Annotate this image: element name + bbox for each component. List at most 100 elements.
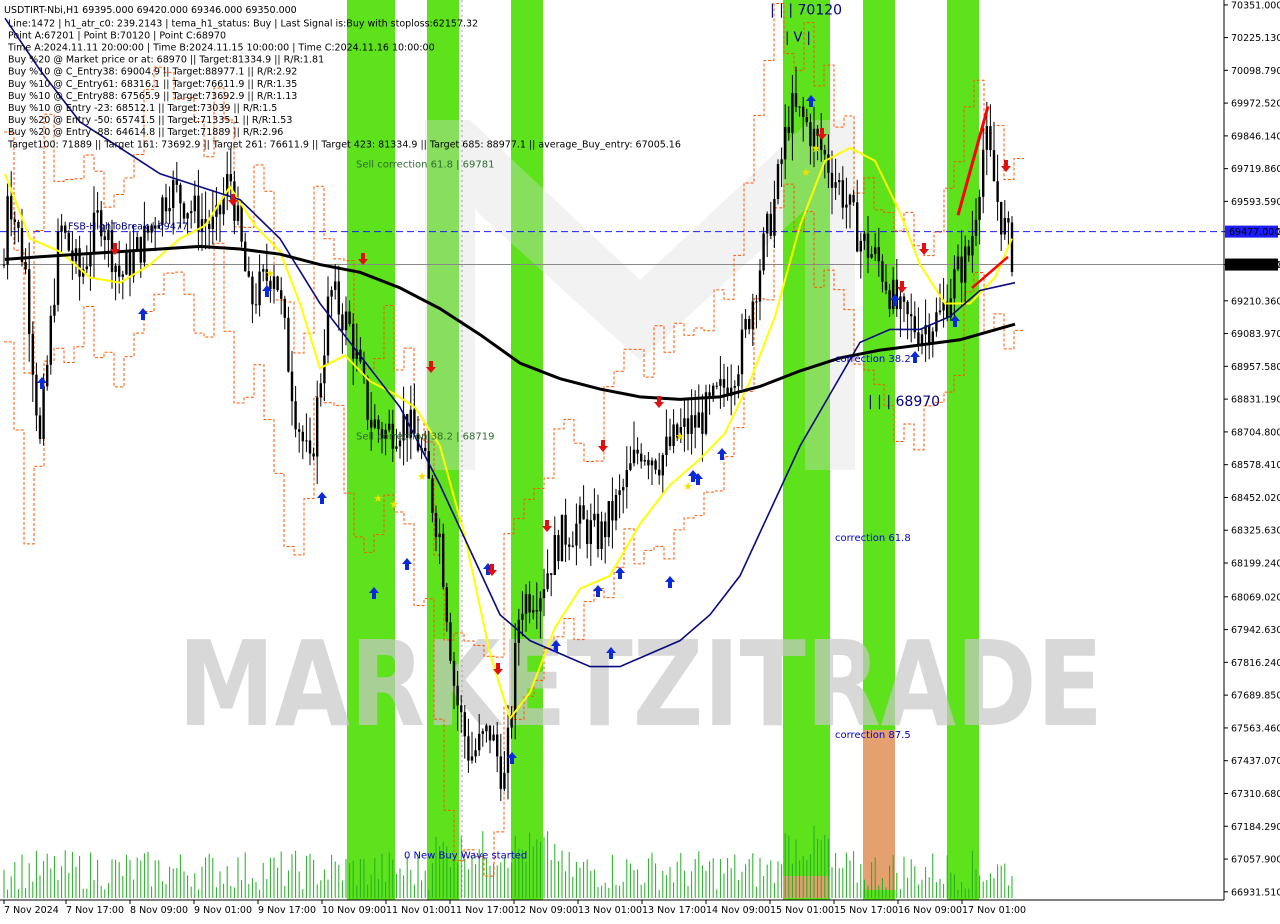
- chart-area: MARKETZITRADE ★ ★ ★ ★ ★ ★ ★ ★ | | | 70120 | V | |…: [0, 0, 1280, 920]
- candle-body: [370, 419, 373, 428]
- candle-body: [838, 180, 841, 183]
- buy-arrow-icon: [317, 492, 327, 504]
- candle-body: [701, 412, 704, 434]
- candle-body: [49, 315, 52, 365]
- candle-body: [960, 256, 963, 283]
- buy-arrow-icon: [665, 576, 675, 588]
- symbol-header: USDTIRT-Nbi,H1 69395.000 69420.000 69346…: [4, 5, 297, 16]
- candle-body: [442, 533, 445, 588]
- candle-body: [884, 281, 888, 291]
- candle-body: [301, 431, 304, 442]
- candle-body: [712, 385, 715, 396]
- candle-body: [280, 290, 283, 299]
- x-tick-label: 9 Nov 17:00: [258, 905, 316, 916]
- chart-annotation: Sell correction 61.8 | 69781: [356, 159, 494, 170]
- y-tick-label: 67437.070: [1231, 756, 1280, 767]
- candle-body: [553, 535, 556, 575]
- candle-body: [326, 296, 330, 356]
- candle-body: [546, 573, 549, 590]
- candle-body: [316, 397, 319, 457]
- y-tick-label: 67563.460: [1231, 723, 1280, 734]
- candle-body: [658, 469, 661, 476]
- candle-body: [733, 386, 736, 388]
- candle-body: [805, 117, 808, 123]
- chart-annotation: | | | 70120: [770, 2, 842, 18]
- candle-body: [312, 453, 315, 457]
- watermark-text: MARKETZITRADE: [178, 615, 1103, 753]
- candle-body: [596, 513, 600, 550]
- candle-body: [373, 419, 376, 428]
- candle-body: [532, 610, 535, 613]
- x-tick-label: 13 Nov 17:00: [642, 905, 706, 916]
- candle-body: [1003, 218, 1006, 235]
- candle-body: [496, 734, 499, 757]
- candle-body: [449, 622, 452, 661]
- x-tick-label: 9 Nov 01:00: [194, 905, 252, 916]
- candle-body: [283, 298, 286, 318]
- y-tick-label: 67184.290: [1231, 822, 1280, 833]
- star-marker: ★: [683, 480, 693, 493]
- candle-body: [506, 727, 510, 773]
- candle-body: [600, 521, 603, 550]
- candle-body: [542, 589, 546, 599]
- candle-body: [769, 213, 772, 236]
- info-line: Target100: 71889 || Target 161: 73692.9 …: [7, 139, 681, 150]
- candle-body: [560, 514, 564, 562]
- candle-body: [715, 385, 718, 387]
- candle-body: [524, 594, 528, 614]
- y-tick-label: 68452.020: [1231, 493, 1280, 504]
- x-tick-label: 14 Nov 09:00: [706, 905, 770, 916]
- y-tick-label: 67942.630: [1231, 625, 1280, 636]
- candle-body: [661, 455, 664, 476]
- candle-body: [848, 194, 852, 205]
- x-tick-label: 13 Nov 01:00: [578, 905, 642, 916]
- candle-body: [67, 232, 70, 251]
- candle-body: [762, 233, 765, 271]
- candle-body: [982, 149, 985, 197]
- candle-body: [474, 750, 477, 757]
- candle-body: [78, 248, 81, 277]
- candle-body: [334, 281, 337, 291]
- candle-body: [514, 642, 517, 715]
- y-tick-label: 69210.360: [1231, 296, 1280, 307]
- candle-body: [6, 196, 9, 265]
- candle-body: [60, 225, 63, 232]
- candle-body: [719, 379, 722, 386]
- candle-body: [46, 364, 49, 387]
- candle-body: [352, 324, 355, 359]
- candle-body: [784, 127, 787, 160]
- candle-body: [650, 460, 654, 466]
- buy-arrow-icon: [402, 558, 412, 570]
- candle-body: [870, 254, 873, 258]
- candle-body: [330, 290, 333, 297]
- candle-body: [28, 269, 31, 335]
- candle-body: [24, 261, 27, 270]
- sell-arrow-icon: [897, 281, 907, 293]
- buy-arrow-icon: [138, 308, 148, 320]
- candle-body: [906, 301, 909, 315]
- candle-body: [218, 205, 222, 215]
- candle-body: [910, 314, 913, 317]
- sell-arrow-icon: [1001, 160, 1011, 172]
- candle-body: [722, 379, 726, 388]
- candle-body: [618, 490, 621, 495]
- candle-body: [571, 545, 574, 547]
- candle-body: [881, 261, 884, 282]
- y-tick-label: 68578.410: [1231, 460, 1280, 471]
- x-tick-label: 7 Nov 17:00: [66, 905, 124, 916]
- y-tick-label: 67689.850: [1231, 691, 1280, 702]
- candle-body: [56, 231, 60, 305]
- sell-arrow-icon: [542, 520, 552, 532]
- candle-body: [89, 253, 92, 267]
- star-marker: ★: [801, 166, 811, 179]
- candle-body: [967, 246, 970, 256]
- candle-body: [539, 598, 542, 612]
- candle-body: [128, 251, 132, 277]
- y-tick-label: 69719.860: [1231, 164, 1280, 175]
- candle-body: [586, 519, 589, 544]
- candle-body: [64, 225, 67, 233]
- candle-body: [258, 271, 261, 306]
- candle-body: [607, 501, 610, 538]
- candle-body: [240, 205, 243, 242]
- y-tick-label: 68325.630: [1231, 526, 1280, 537]
